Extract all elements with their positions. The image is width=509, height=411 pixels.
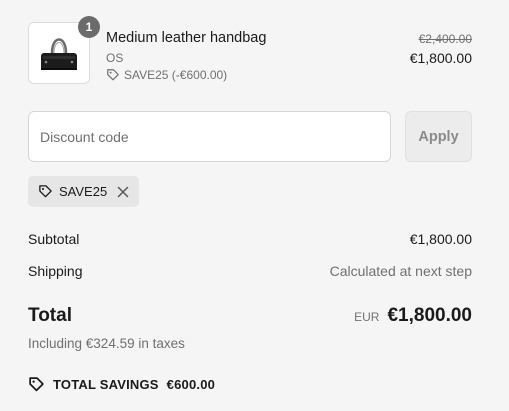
total-amount-group: EUR €1,800.00	[354, 305, 472, 327]
close-icon[interactable]	[117, 186, 129, 198]
original-price: €2,400.00	[418, 32, 472, 46]
subtotal-row: Subtotal €1,800.00	[28, 231, 472, 247]
subtotal-label: Subtotal	[28, 231, 80, 247]
taxes-note: Including €324.59 in taxes	[28, 336, 185, 351]
cart-line-item: 1 Medium leather handbag OS SAVE25 (-€60…	[28, 16, 472, 88]
shipping-row: Shipping Calculated at next step	[28, 263, 472, 279]
total-label: Total	[28, 305, 72, 326]
tag-icon	[106, 68, 120, 82]
product-title: Medium leather handbag	[106, 30, 267, 46]
shipping-value: Calculated at next step	[329, 263, 472, 279]
applied-discount-chip: SAVE25	[28, 176, 140, 207]
savings-amount: €600.00	[166, 377, 216, 392]
line-price: €1,800.00	[409, 50, 472, 66]
tag-icon	[28, 376, 45, 393]
savings-label: TOTAL SAVINGS	[53, 377, 159, 392]
discount-code-input[interactable]	[28, 111, 391, 162]
subtotal-value: €1,800.00	[409, 231, 472, 247]
apply-button[interactable]: Apply	[405, 111, 472, 162]
item-discount-label: SAVE25 (-€600.00)	[124, 68, 228, 82]
tag-icon	[38, 184, 53, 199]
shipping-label: Shipping	[28, 263, 83, 279]
total-savings: TOTAL SAVINGS €600.00	[28, 376, 215, 393]
product-variant: OS	[106, 51, 124, 65]
applied-code: SAVE25	[59, 184, 108, 199]
currency-code: EUR	[354, 310, 380, 324]
total-amount: €1,800.00	[387, 305, 472, 326]
total-row: Total EUR €1,800.00	[28, 305, 472, 333]
item-discount: SAVE25 (-€600.00)	[106, 68, 227, 82]
handbag-image	[41, 38, 77, 70]
quantity-badge: 1	[78, 16, 100, 38]
